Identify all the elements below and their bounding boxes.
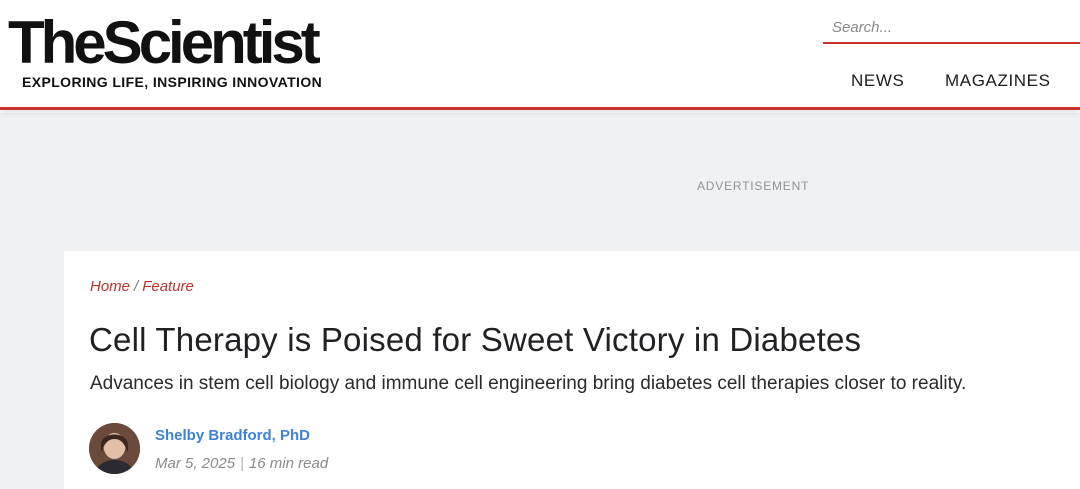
- article-header-card: Home / Feature Cell Therapy is Poised for …: [64, 251, 1080, 489]
- search-input[interactable]: [823, 12, 1080, 42]
- author-avatar[interactable]: [89, 423, 140, 474]
- author-photo: [89, 423, 140, 474]
- nav-news[interactable]: NEWS: [851, 71, 904, 91]
- article-subtitle: Advances in stem cell biology and immune…: [90, 373, 967, 394]
- site-header: TheScientist EXPLORING LIFE, INSPIRING I…: [0, 0, 1080, 110]
- article-title: Cell Therapy is Poised for Sweet Victory…: [89, 321, 862, 358]
- publish-date: Mar 5, 2025: [155, 455, 236, 472]
- read-time: 16 min read: [248, 455, 329, 472]
- main-nav: NEWS MAGAZINES: [0, 71, 1080, 93]
- nav-magazines[interactable]: MAGAZINES: [945, 71, 1051, 91]
- logo-wordmark: TheScientist: [8, 9, 321, 76]
- author-link[interactable]: Shelby Bradford, PhD: [155, 427, 310, 444]
- breadcrumb-feature[interactable]: Feature: [142, 278, 194, 295]
- breadcrumb-separator: /: [134, 278, 139, 295]
- search-box: [823, 12, 1080, 44]
- advertisement-label: ADVERTISEMENT: [697, 179, 810, 193]
- breadcrumb-home[interactable]: Home: [90, 278, 130, 295]
- meta-separator: |: [240, 455, 244, 472]
- breadcrumb: Home / Feature: [90, 278, 194, 295]
- article-meta: Mar 5, 2025 | 16 min read: [155, 455, 328, 472]
